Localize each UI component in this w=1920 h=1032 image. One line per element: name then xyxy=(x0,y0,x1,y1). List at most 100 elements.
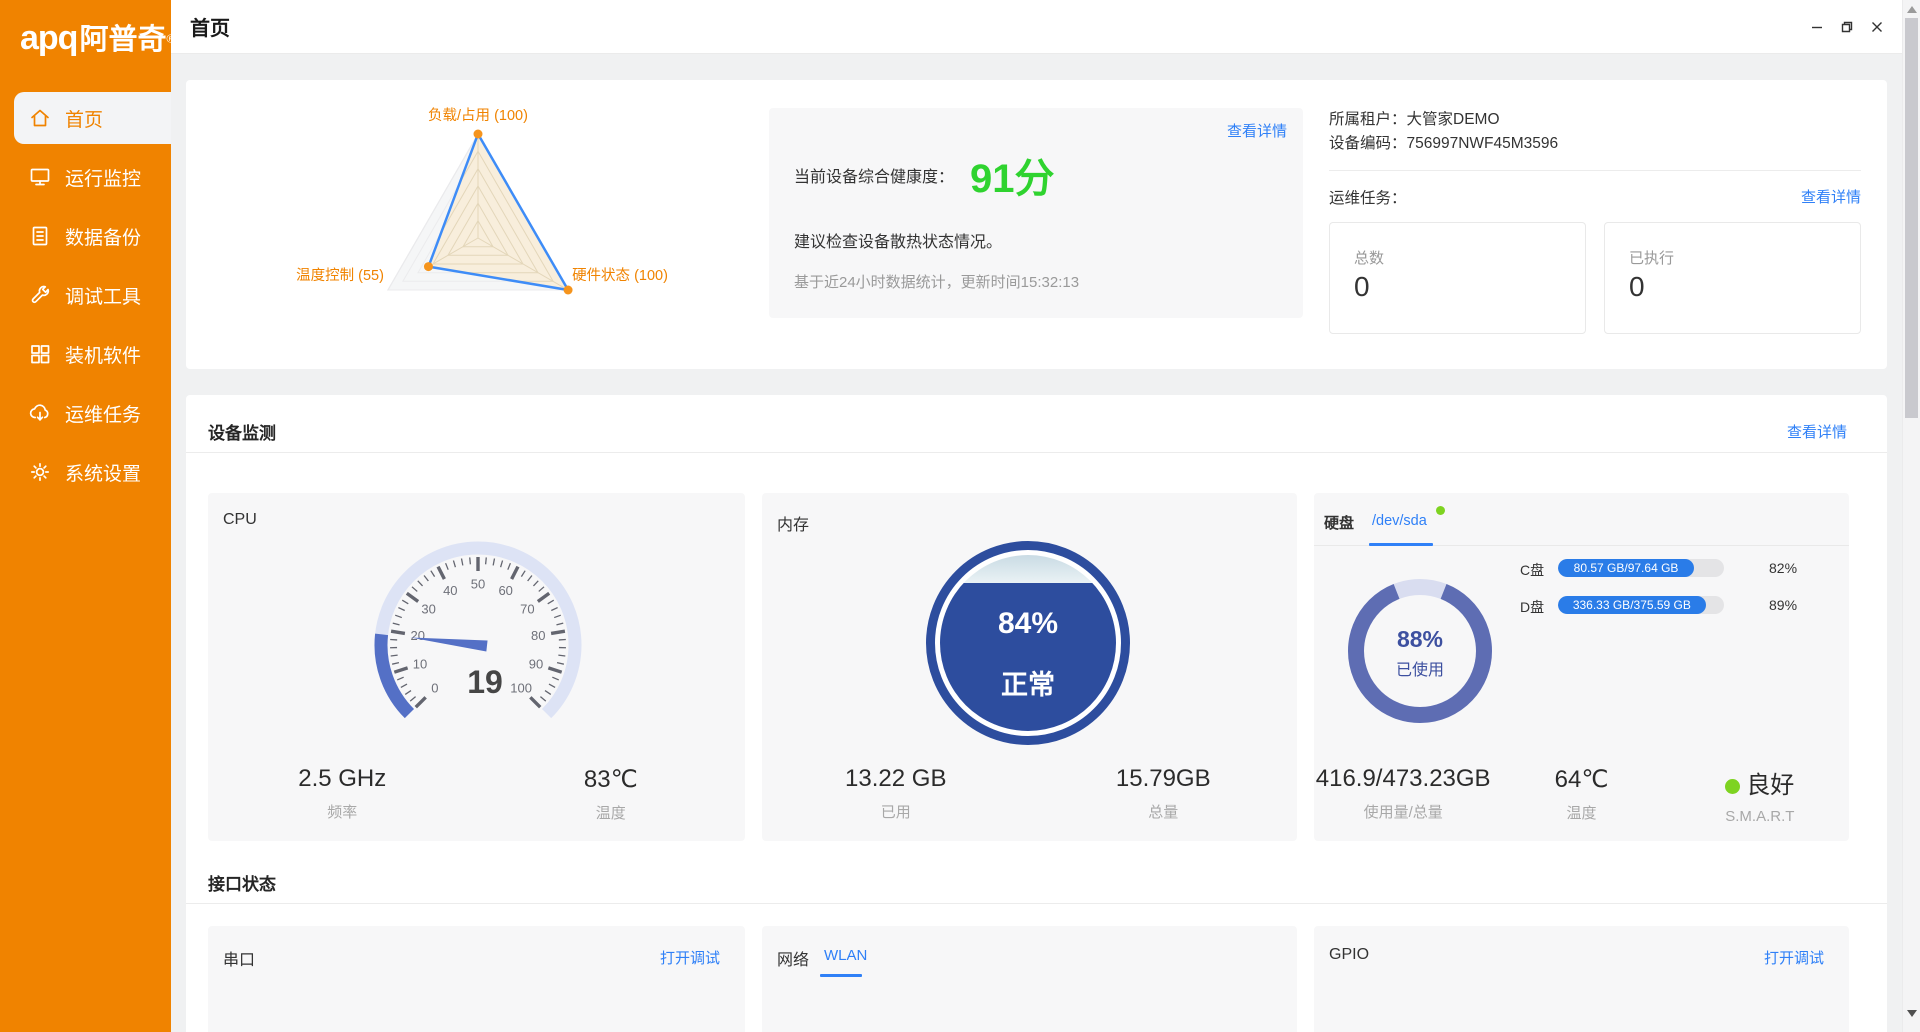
gpio-card: GPIO 打开调试 xyxy=(1314,926,1849,1032)
disk-tab-active-underline xyxy=(1369,543,1433,546)
svg-text:88%: 88% xyxy=(1397,626,1443,652)
disk-usage-value: 416.9/473.23GB xyxy=(1314,765,1492,793)
vertical-scrollbar xyxy=(1902,0,1920,1032)
gpio-open-debug-link[interactable]: 打开调试 xyxy=(1764,947,1824,968)
svg-text:硬件状态 (100): 硬件状态 (100) xyxy=(572,267,668,284)
disk-temperature-value: 64℃ xyxy=(1492,765,1670,794)
ops-tasks-row: 运维任务： 查看详情 xyxy=(1329,186,1861,208)
health-detail-link[interactable]: 查看详情 xyxy=(1227,120,1287,141)
sidebar-item-system-settings[interactable]: 系统设置 xyxy=(0,446,171,498)
logo-registered-mark: ® xyxy=(166,34,174,46)
health-score-value: 91分 xyxy=(970,146,1055,204)
scrollbar-thumb[interactable] xyxy=(1905,18,1918,418)
disk-temperature-metric: 64℃ 温度 xyxy=(1492,765,1670,825)
disk-smart-value: 良好 xyxy=(1671,765,1849,800)
disk-smart-label: S.M.A.R.T xyxy=(1671,808,1849,825)
svg-text:负载/占用 (100): 负载/占用 (100) xyxy=(428,107,528,124)
close-button[interactable] xyxy=(1862,12,1892,42)
health-score-label: 当前设备综合健康度： xyxy=(794,163,954,187)
sidebar-item-label: 首页 xyxy=(65,105,103,132)
tasks-total-value: 0 xyxy=(1354,271,1370,303)
svg-text:20: 20 xyxy=(411,628,425,643)
disk-card: 硬盘 /dev/sda C盘 80.57 GB/97.64 GB 82% D盘 xyxy=(1314,493,1849,841)
partition-c-usage-fill: 80.57 GB/97.64 GB xyxy=(1558,559,1694,577)
sidebar-item-home[interactable]: 首页 xyxy=(14,92,171,144)
network-card: 网络 WLAN xyxy=(762,926,1297,1032)
memory-total-metric: 15.79GB 总量 xyxy=(1030,765,1298,822)
cpu-metrics: 2.5 GHz 频率 83℃ 温度 xyxy=(208,765,745,823)
disk-usage-metric: 416.9/473.23GB 使用量/总量 xyxy=(1314,765,1492,825)
disk-smart-metric: 良好 S.M.A.R.T xyxy=(1671,765,1849,825)
divider xyxy=(186,903,1887,904)
health-advice-text: 建议检查设备散热状态情况。 xyxy=(794,228,1002,252)
overview-card: 负载/占用 (100) 硬件状态 (100) 温度控制 (55) 查看详情 当前设备… xyxy=(186,80,1887,369)
memory-total-label: 总量 xyxy=(1030,801,1298,822)
memory-liquid-chart: 84% 正常 xyxy=(926,541,1130,745)
cpu-frequency-label: 频率 xyxy=(208,801,477,822)
network-title: 网络 xyxy=(777,946,809,970)
tasks-executed-label: 已执行 xyxy=(1629,247,1674,268)
restore-button[interactable] xyxy=(1832,12,1862,42)
sidebar-item-label: 系统设置 xyxy=(65,459,141,486)
health-radar-chart: 负载/占用 (100) 硬件状态 (100) 温度控制 (55) xyxy=(186,80,766,369)
partition-c-name: C盘 xyxy=(1520,560,1544,580)
page-title: 首页 xyxy=(190,12,230,41)
wrench-icon xyxy=(28,283,52,307)
svg-text:100: 100 xyxy=(510,681,532,696)
svg-text:80: 80 xyxy=(531,628,545,643)
sidebar-item-label: 运行监控 xyxy=(65,164,141,191)
backup-ledger-icon xyxy=(28,224,52,248)
monitor-section-title: 设备监测 xyxy=(208,419,276,444)
interface-status-card: 接口状态 串口 打开调试 网络 WLAN GPIO 打开调试 xyxy=(186,856,1887,1032)
device-code-row: 设备编码：756997NWF45M3596 xyxy=(1329,131,1558,153)
svg-text:温度控制 (55): 温度控制 (55) xyxy=(296,267,384,284)
smart-status-dot-icon xyxy=(1725,779,1740,794)
minimize-button[interactable] xyxy=(1802,12,1832,42)
title-bar: 首页 xyxy=(171,0,1902,54)
partition-c-usage-bar: 80.57 GB/97.64 GB xyxy=(1558,559,1724,577)
svg-text:40: 40 xyxy=(443,583,457,598)
tasks-total-label: 总数 xyxy=(1354,247,1384,268)
disk-tab-row: 硬盘 /dev/sda xyxy=(1314,493,1849,547)
sidebar-item-data-backup[interactable]: 数据备份 xyxy=(0,210,171,262)
svg-text:50: 50 xyxy=(471,577,485,592)
memory-total-value: 15.79GB xyxy=(1030,765,1298,793)
sidebar-menu: 首页 运行监控 数据备份 调试工具 装机软件 运维任务 xyxy=(0,92,171,498)
ops-tasks-detail-link[interactable]: 查看详情 xyxy=(1801,186,1861,207)
interface-section-title: 接口状态 xyxy=(208,870,276,895)
serial-open-debug-link[interactable]: 打开调试 xyxy=(660,947,720,968)
window-controls xyxy=(1802,0,1892,54)
sidebar-item-debug-tools[interactable]: 调试工具 xyxy=(0,269,171,321)
sidebar-item-monitoring[interactable]: 运行监控 xyxy=(0,151,171,203)
scrollbar-down-arrow[interactable] xyxy=(1907,1010,1917,1017)
tenant-label: 所属租户： xyxy=(1329,111,1407,128)
memory-metrics: 13.22 GB 已用 15.79GB 总量 xyxy=(762,765,1297,822)
disk-tab-dev-sda[interactable]: /dev/sda xyxy=(1372,513,1427,529)
sidebar-item-ops-tasks[interactable]: 运维任务 xyxy=(0,387,171,439)
app-window: apq阿普奇® 首页 运行监控 数据备份 调试工具 装机软件 xyxy=(0,0,1920,1032)
monitor-detail-link[interactable]: 查看详情 xyxy=(1787,421,1847,442)
disk-usage-label: 使用量/总量 xyxy=(1314,801,1492,822)
tasks-executed-box: 已执行 0 xyxy=(1604,222,1861,334)
health-score-row: 当前设备综合健康度： 91分 xyxy=(794,150,1055,200)
cpu-temperature-metric: 83℃ 温度 xyxy=(477,765,746,823)
disk-smart-text: 良好 xyxy=(1746,772,1794,799)
tenant-row: 所属租户：大管家DEMO xyxy=(1329,107,1500,129)
memory-card: 内存 84% 正常 13.22 GB 已用 15.79GB 总量 xyxy=(762,493,1297,841)
network-tab-wlan[interactable]: WLAN xyxy=(824,947,867,964)
scrollbar-up-arrow[interactable] xyxy=(1907,6,1917,13)
disk-online-dot-icon xyxy=(1436,506,1445,515)
health-score-panel: 查看详情 当前设备综合健康度： 91分 建议检查设备散热状态情况。 基于近24小… xyxy=(769,108,1303,318)
cpu-card-title: CPU xyxy=(223,511,257,529)
serial-port-card: 串口 打开调试 xyxy=(208,926,745,1032)
health-stats-note: 基于近24小时数据统计，更新时间15:32:13 xyxy=(794,271,1079,292)
apps-grid-icon xyxy=(28,342,52,366)
sidebar-item-label: 数据备份 xyxy=(65,223,141,250)
memory-status-text: 正常 xyxy=(940,663,1116,702)
svg-text:70: 70 xyxy=(520,602,534,617)
sidebar-item-label: 运维任务 xyxy=(65,400,141,427)
sidebar-item-installed-software[interactable]: 装机软件 xyxy=(0,328,171,380)
monitor-icon xyxy=(28,165,52,189)
divider xyxy=(1329,170,1861,171)
cpu-card: CPU 010203040506070809010019 2.5 GHz 频率 … xyxy=(208,493,745,841)
